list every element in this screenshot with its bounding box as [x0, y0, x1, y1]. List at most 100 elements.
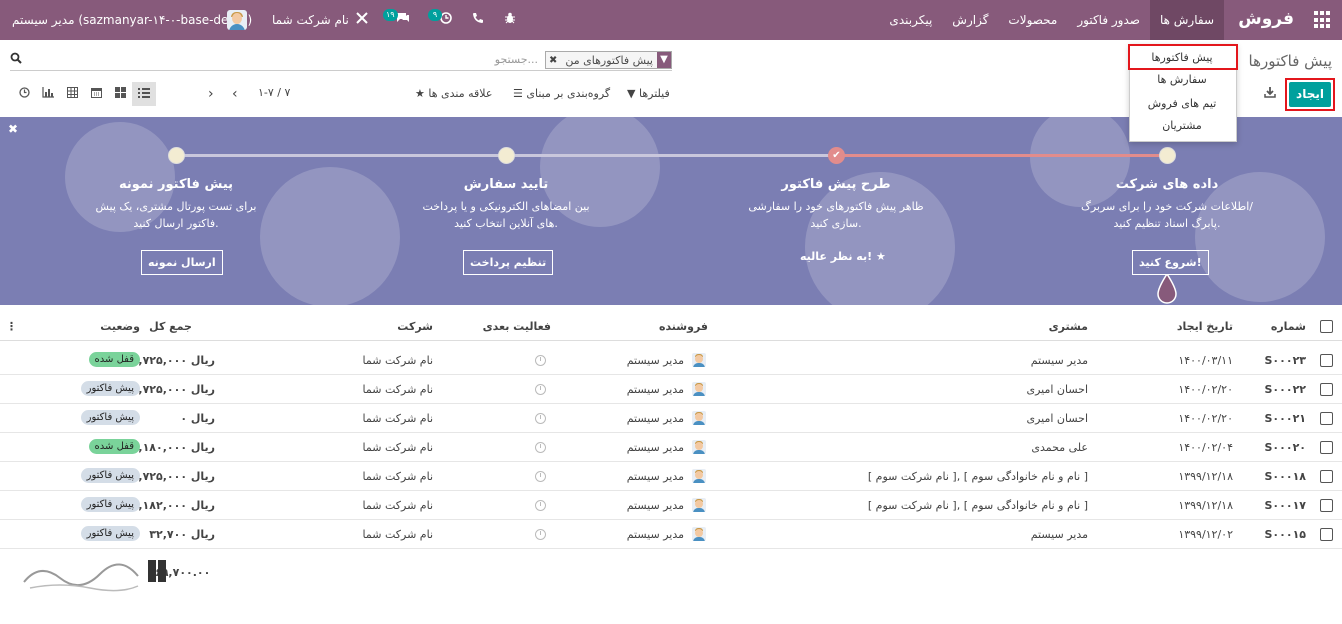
user-menu[interactable]: مدیر سیستم (sazmanyar-۱۴-۰-base-demo) — [12, 0, 252, 40]
salesperson-name: مدیر سیستم — [626, 383, 684, 396]
graph-view-icon[interactable] — [36, 82, 60, 106]
col-company[interactable]: شرکت — [397, 320, 433, 333]
close-banner-icon[interactable]: ✖ — [8, 122, 18, 136]
activity-clock-icon[interactable] — [535, 413, 546, 424]
activity-clock-icon[interactable] — [535, 471, 546, 482]
row-checkbox[interactable] — [1320, 383, 1333, 396]
chat-icon[interactable] — [396, 12, 410, 27]
status-badge: قفل شده — [88, 439, 140, 454]
order-total: ۲,۷۲۵,۰۰۰ ریال — [131, 383, 215, 396]
row-checkbox[interactable] — [1320, 470, 1333, 483]
app-brand[interactable]: فروش — [1238, 9, 1294, 29]
select-all-checkbox[interactable] — [1320, 320, 1333, 333]
table-row[interactable]: S۰۰۰۲۰ ۱۴۰۰/۰۲/۰۴ علی محمدی مدیر سیستم نام ش… — [0, 433, 1342, 462]
salesperson-avatar — [692, 382, 706, 396]
pager-value[interactable]: ۱-۷ / ۷ — [258, 86, 290, 99]
menu-configuration[interactable]: پیکربندی — [879, 0, 942, 40]
watermark-logo — [23, 560, 166, 592]
step-desc: های آنلاین انتخاب کنید. — [454, 217, 558, 230]
order-date: ۱۴۰۰/۰۲/۲۰ — [1178, 412, 1233, 425]
table-row[interactable]: S۰۰۰۱۵ ۱۳۹۹/۱۲/۰۲ مدیر سیستم مدیر سیستم نام … — [0, 520, 1342, 549]
activity-view-icon[interactable] — [12, 82, 36, 106]
row-checkbox[interactable] — [1320, 412, 1333, 425]
company-switcher[interactable]: نام شرکت شما — [272, 0, 349, 40]
activity-clock-icon[interactable] — [535, 500, 546, 511]
debug-bug-icon[interactable] — [504, 12, 516, 27]
optional-columns-icon[interactable]: ⋮ — [6, 320, 17, 333]
table-row[interactable]: S۰۰۰۲۳ ۱۴۰۰/۰۳/۱۱ مدیر سیستم مدیر سیستم نام … — [0, 346, 1342, 375]
user-avatar[interactable] — [227, 10, 247, 30]
filters-menu[interactable]: ▼ فیلترها — [627, 87, 670, 101]
menu-products[interactable]: محصولات — [998, 0, 1067, 40]
menu-invoicing[interactable]: صدور فاکتور — [1067, 0, 1150, 40]
start-company-button[interactable]: شروع کنید! — [1132, 250, 1209, 275]
download-icon[interactable] — [1264, 86, 1276, 102]
salesperson-avatar — [692, 353, 706, 367]
step-desc: ظاهر پیش فاکتورهای خود را سفارشی — [748, 200, 924, 213]
create-button-highlight — [1285, 78, 1335, 111]
col-number[interactable]: شماره — [1271, 320, 1306, 333]
pivot-view-icon[interactable] — [60, 82, 84, 106]
company-name: نام شرکت شما — [362, 470, 433, 483]
status-badge: قفل شده — [88, 352, 140, 367]
table-header: شماره تاریخ ایجاد مشتری فروشنده فعالیت ب… — [0, 313, 1342, 341]
col-total[interactable]: جمع کل — [149, 320, 192, 333]
salesperson-avatar — [692, 498, 706, 512]
company-name: نام شرکت شما — [362, 499, 433, 512]
customer-name: احسان امیری — [1026, 383, 1088, 396]
order-number: S۰۰۰۲۲ — [1264, 383, 1307, 396]
pager-next-icon[interactable]: ‹ — [232, 86, 238, 102]
kanban-view-icon[interactable] — [108, 82, 132, 106]
search-facet[interactable]: ▼ پیش فاکتورهای من ✖ — [545, 51, 672, 69]
dropdown-highlight — [1128, 44, 1238, 70]
filter-icon: ▼ — [657, 52, 671, 68]
table-row[interactable]: S۰۰۰۲۱ ۱۴۰۰/۰۲/۲۰ احسان امیری مدیر سیستم نام… — [0, 404, 1342, 433]
row-checkbox[interactable] — [1320, 499, 1333, 512]
menu-reporting[interactable]: گزارش — [942, 0, 998, 40]
col-customer[interactable]: مشتری — [1049, 320, 1088, 333]
list-view-icon[interactable] — [132, 82, 156, 106]
tools-icon[interactable] — [356, 12, 368, 27]
setup-payment-button[interactable]: تنظیم پرداخت — [463, 250, 554, 275]
dropdown-item-sales-teams[interactable]: تیم های فروش — [1128, 97, 1236, 110]
table-row[interactable]: S۰۰۰۲۲ ۱۴۰۰/۰۲/۲۰ احسان امیری مدیر سیستم نام… — [0, 375, 1342, 404]
row-checkbox[interactable] — [1320, 354, 1333, 367]
pager-prev-icon[interactable]: › — [208, 86, 214, 102]
apps-grid-icon[interactable] — [1314, 11, 1332, 29]
filters-label: فیلترها — [638, 87, 670, 100]
calendar-view-icon[interactable] — [84, 82, 108, 106]
row-checkbox[interactable] — [1320, 528, 1333, 541]
col-activity[interactable]: فعالیت بعدی — [483, 320, 551, 333]
activity-clock-icon[interactable] — [535, 355, 546, 366]
activity-clock-icon[interactable] — [535, 529, 546, 540]
dropdown-item-customers[interactable]: مشتریان — [1128, 119, 1236, 132]
remove-facet-icon[interactable]: ✖ — [546, 55, 561, 66]
order-number: S۰۰۰۱۸ — [1264, 470, 1307, 483]
search-bar[interactable]: ▼ پیش فاکتورهای من ✖ جستجو... — [10, 50, 672, 71]
phone-icon[interactable] — [472, 12, 484, 27]
col-status[interactable]: وضعیت — [100, 320, 140, 333]
col-salesperson[interactable]: فروشنده — [659, 320, 708, 333]
rating-text: به نظر عالیه! — [800, 250, 873, 263]
timeline-line — [506, 154, 836, 157]
step-dot-sample — [168, 147, 185, 164]
table-row[interactable]: S۰۰۰۱۷ ۱۳۹۹/۱۲/۱۸ [ نام شرکت سوم ], [ نام … — [0, 491, 1342, 520]
favorites-menu[interactable]: ★ علاقه مندی ها — [415, 87, 492, 101]
order-date: ۱۳۹۹/۱۲/۰۲ — [1178, 528, 1233, 541]
looks-great-label: به نظر عالیه! ★ — [800, 250, 886, 263]
row-checkbox[interactable] — [1320, 441, 1333, 454]
send-sample-button[interactable]: ارسال نمونه — [141, 250, 223, 275]
order-total: ۲,۷۲۵,۰۰۰ ریال — [131, 354, 215, 367]
groupby-menu[interactable]: ☰ گروه‌بندی بر مبنای — [513, 87, 610, 101]
search-input[interactable]: جستجو... — [495, 53, 538, 66]
col-date[interactable]: تاریخ ایجاد — [1177, 320, 1233, 333]
menu-orders[interactable]: سفارش ها — [1149, 0, 1224, 40]
activity-clock-icon[interactable] — [535, 442, 546, 453]
activity-count-badge: ۹ — [428, 9, 442, 21]
salesperson-name: مدیر سیستم — [626, 354, 684, 367]
dropdown-item-orders[interactable]: سفارش ها — [1128, 73, 1236, 86]
activity-clock-icon[interactable] — [535, 384, 546, 395]
table-row[interactable]: S۰۰۰۱۸ ۱۳۹۹/۱۲/۱۸ [ نام شرکت سوم ], [ نام … — [0, 462, 1342, 491]
star-icon: ★ — [875, 250, 886, 263]
search-icon[interactable] — [10, 52, 22, 67]
